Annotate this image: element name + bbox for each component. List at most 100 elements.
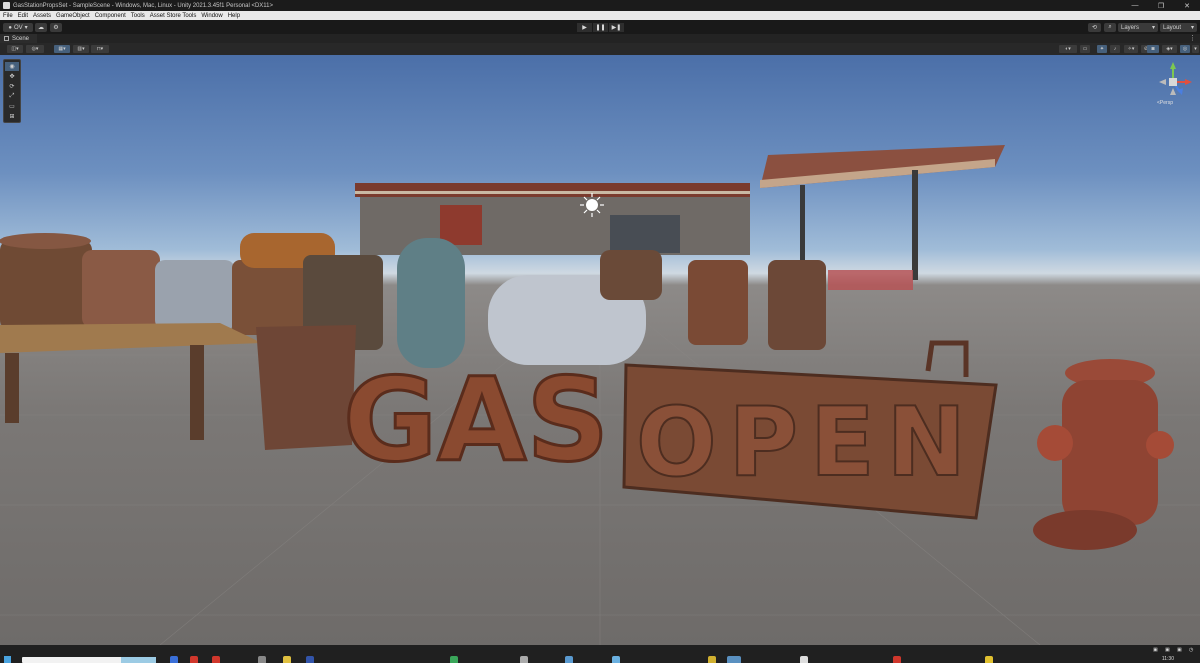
- snap-increment[interactable]: ▥▾: [73, 45, 89, 53]
- scene-toolbar: ◫▾ ◎▾ ▦▾ ▥▾ ⊓▾ ◐▾ ▭ ✦ ♪ ✧▾ ⊘ ◙ ◈▾ ◎ ▾: [0, 43, 1200, 55]
- gear-icon: ⚙: [53, 25, 59, 31]
- speaker-icon: ♪: [1113, 46, 1117, 52]
- trash-can: [256, 325, 356, 450]
- os-taskbar: ▣ ▣ ▣ ◷ 11:30: [0, 645, 1200, 663]
- overflow-button[interactable]: ▾: [1192, 45, 1199, 53]
- gizmos-dropdown[interactable]: ◈▾: [1162, 45, 1177, 53]
- tab-menu-icon[interactable]: ⋮: [1189, 34, 1196, 42]
- menu-file[interactable]: File: [3, 13, 13, 19]
- app-cyan-icon[interactable]: [612, 656, 620, 663]
- pivot-toggle[interactable]: ◫▾: [7, 45, 23, 53]
- x-axis-icon[interactable]: [1185, 79, 1192, 85]
- layers-dropdown[interactable]: Layers ▾: [1118, 23, 1158, 32]
- draw-mode-dropdown[interactable]: ◐▾: [1059, 45, 1077, 53]
- layout-dropdown[interactable]: Layout ▾: [1160, 23, 1197, 32]
- layers-label: Layers: [1121, 24, 1140, 31]
- explorer-icon[interactable]: [170, 656, 178, 663]
- effects-icon: ✧▾: [1127, 46, 1135, 52]
- maximize-button[interactable]: ❐: [1148, 0, 1174, 11]
- lighting-toggle[interactable]: ✦: [1097, 45, 1107, 53]
- folder-icon[interactable]: [283, 656, 291, 663]
- tab-scene[interactable]: Scene: [0, 34, 38, 43]
- grid-icon: ▦▾: [58, 46, 66, 52]
- account-dropdown[interactable]: ● OV ▾: [3, 23, 33, 32]
- chevron-down-icon: ▾: [1194, 46, 1197, 52]
- app-yellow-icon[interactable]: [708, 656, 716, 663]
- scale-tool-button[interactable]: ⤢: [5, 92, 19, 101]
- scene-camera-button[interactable]: ◙: [1147, 45, 1159, 53]
- app-lightblue-icon[interactable]: [565, 656, 573, 663]
- menu-tools[interactable]: Tools: [131, 13, 145, 19]
- light-bulb-icon: ✦: [1099, 46, 1105, 52]
- transform-tool-button[interactable]: ⊞: [5, 112, 19, 121]
- app-blue-icon[interactable]: [306, 656, 314, 663]
- rect-tool-button[interactable]: ▭: [5, 102, 19, 111]
- account-label: OV: [13, 24, 23, 31]
- account-icon: ●: [8, 24, 12, 31]
- close-button[interactable]: ✕: [1174, 0, 1200, 11]
- history-icon: ⟲: [1091, 25, 1098, 31]
- app-gray-icon[interactable]: [520, 656, 528, 663]
- browser-alt-icon[interactable]: [212, 656, 220, 663]
- menu-help[interactable]: Help: [228, 13, 240, 19]
- scene-viewport[interactable]: GAS OPEN: [0, 55, 1200, 645]
- cloud-button[interactable]: ☁: [35, 23, 47, 32]
- tray-volume-icon[interactable]: ▣: [1165, 647, 1170, 653]
- audio-toggle[interactable]: ♪: [1110, 45, 1120, 53]
- title-bar: GasStationPropsSet - SampleScene - Windo…: [0, 0, 1200, 11]
- tray-battery-icon[interactable]: ▣: [1177, 647, 1182, 653]
- shading-icon: ◐▾: [1065, 46, 1071, 52]
- chat-icon[interactable]: [450, 656, 458, 663]
- window-title: GasStationPropsSet - SampleScene - Windo…: [13, 2, 274, 9]
- gas-sign-text: GAS: [343, 354, 609, 488]
- history-button[interactable]: ⟲: [1088, 23, 1101, 32]
- 2d-toggle[interactable]: ▭: [1080, 45, 1090, 53]
- menu-component[interactable]: Component: [95, 13, 126, 19]
- globe-icon: ◎▾: [31, 46, 39, 52]
- view-tool-button[interactable]: ◉: [5, 61, 19, 71]
- unity-taskbar-icon[interactable]: [727, 656, 741, 663]
- snap-icon: ▥▾: [77, 46, 85, 52]
- rotate-tool-button[interactable]: ⟳: [5, 82, 19, 91]
- globe-toggle[interactable]: ◎: [1180, 45, 1190, 53]
- wooden-table: [0, 323, 262, 440]
- snap-settings[interactable]: ⊓▾: [91, 45, 109, 53]
- tray-network-icon[interactable]: ▣: [1153, 647, 1158, 653]
- minimize-button[interactable]: —: [1122, 0, 1148, 11]
- move-tool-button[interactable]: ✥: [5, 72, 19, 81]
- browser-icon[interactable]: [190, 656, 198, 663]
- menu-window[interactable]: Window: [201, 13, 222, 19]
- chevron-down-icon: ▾: [24, 25, 28, 31]
- play-button[interactable]: ▶: [577, 23, 592, 32]
- window-controls: — ❐ ✕: [1122, 0, 1200, 11]
- taskbar-clock[interactable]: 11:30: [1162, 656, 1174, 662]
- app-white-icon[interactable]: [800, 656, 808, 663]
- fire-hydrant: [1033, 359, 1174, 550]
- projection-label[interactable]: <Persp: [1157, 100, 1173, 106]
- menu-asset-store-tools[interactable]: Asset Store Tools: [150, 13, 197, 19]
- effects-dropdown[interactable]: ✧▾: [1124, 45, 1138, 53]
- magnet-icon: ⊓▾: [96, 46, 104, 52]
- grid-snap-toggle[interactable]: ▦▾: [54, 45, 70, 53]
- tray-notification-icon[interactable]: ◷: [1189, 647, 1193, 653]
- pivot-icon: ◫▾: [11, 46, 19, 52]
- step-button[interactable]: ▶❚: [609, 23, 624, 32]
- scene-render: GAS OPEN: [0, 145, 1200, 645]
- scene-icon: [4, 36, 9, 41]
- global-toggle[interactable]: ◎▾: [26, 45, 44, 53]
- menu-assets[interactable]: Assets: [33, 13, 51, 19]
- collab-button[interactable]: ⚙: [50, 23, 62, 32]
- menu-gameobject[interactable]: GameObject: [56, 13, 90, 19]
- app-red-icon[interactable]: [893, 656, 901, 663]
- menu-edit[interactable]: Edit: [18, 13, 28, 19]
- start-icon[interactable]: [4, 656, 11, 663]
- search-button[interactable]: ⌕: [1104, 23, 1116, 32]
- app-icon[interactable]: [258, 656, 266, 663]
- unity-logo-icon: [3, 2, 10, 9]
- y-axis-icon[interactable]: [1170, 62, 1176, 69]
- chevron-down-icon: ▾: [1190, 25, 1194, 31]
- gizmos-icon: ◈▾: [1166, 46, 1173, 52]
- search-icon: ⌕: [1108, 24, 1112, 30]
- pause-button[interactable]: ❚❚: [593, 23, 608, 32]
- app-gold-icon[interactable]: [985, 656, 993, 663]
